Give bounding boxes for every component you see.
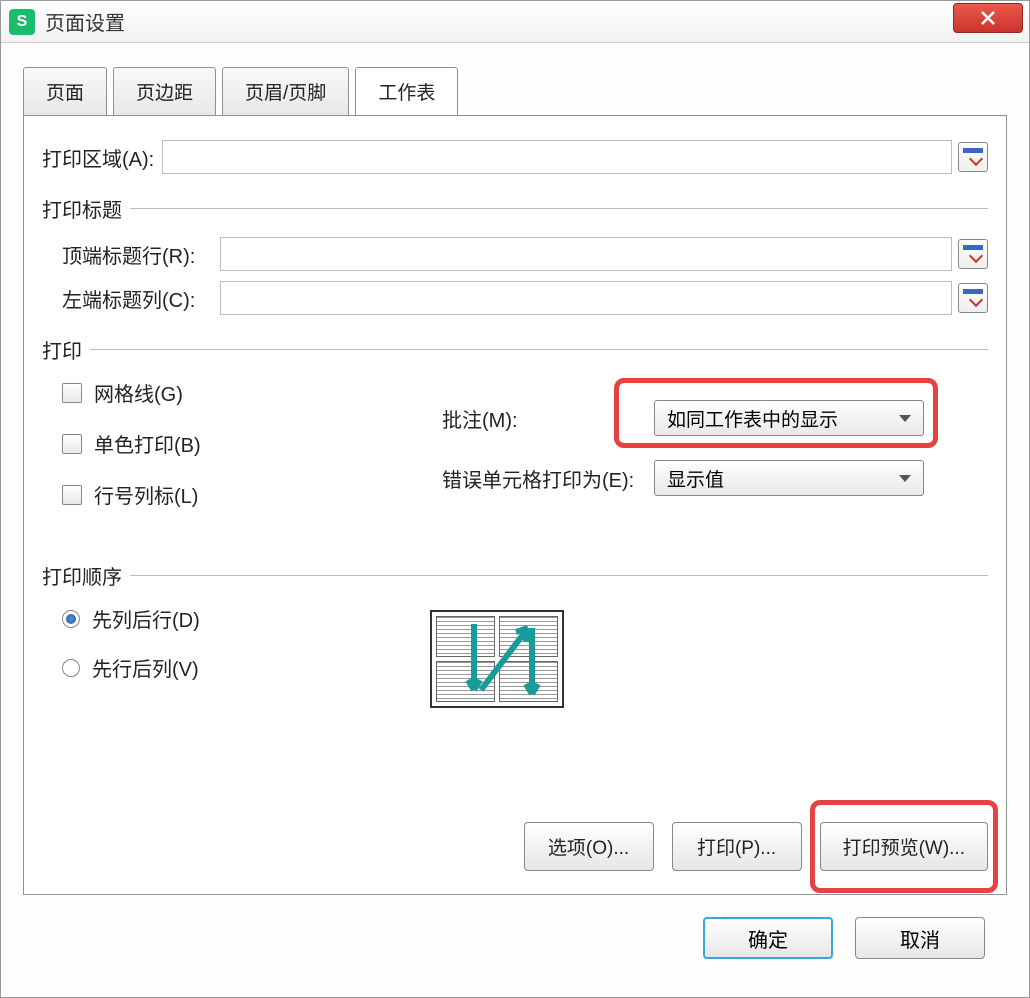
left-col-input[interactable]: [220, 281, 952, 315]
tab-label: 页面: [46, 83, 84, 104]
chevron-down-icon: [899, 475, 911, 482]
print-dropdowns: 批注(M): 如同工作表中的显示 错误单元格: [442, 378, 988, 531]
print-area-label: 打印区域(A):: [42, 143, 154, 172]
errors-dropdown[interactable]: 显示值: [654, 460, 924, 496]
left-col-row: 左端标题列(C):: [62, 281, 988, 315]
tab-sheet[interactable]: 工作表: [355, 67, 458, 116]
highlight-annotation: [614, 378, 938, 448]
range-picker-icon: [963, 245, 983, 263]
close-icon: [980, 10, 996, 26]
ok-button[interactable]: 确定: [703, 917, 833, 959]
rowcol-row: 行号列标(L): [62, 480, 442, 509]
print-content: 网格线(G) 单色打印(B) 行号列标(L): [42, 378, 988, 531]
comments-label: 批注(M):: [442, 404, 642, 433]
page-order-fieldset: 打印顺序 先列后行(D) 先行后列(V): [42, 561, 988, 682]
divider: [90, 349, 988, 350]
range-picker-icon: [963, 289, 983, 307]
window-title: 页面设置: [45, 7, 125, 36]
print-button[interactable]: 打印(P)...: [672, 822, 802, 871]
left-col-label: 左端标题列(C):: [62, 284, 212, 313]
dialog-footer: 确定 取消: [23, 899, 1007, 979]
monochrome-label: 单色打印(B): [94, 429, 201, 458]
divider: [130, 575, 988, 576]
tab-margins[interactable]: 页边距: [113, 67, 216, 116]
tab-label: 页边距: [136, 83, 193, 104]
down-then-over-label: 先列后行(D): [92, 604, 200, 633]
page-order-illustration: [430, 610, 564, 708]
titlebar: S 页面设置: [1, 1, 1029, 43]
over-then-down-radio[interactable]: [62, 659, 80, 677]
rowcol-label: 行号列标(L): [94, 480, 198, 509]
sheet-buttons: 选项(O)... 打印(P)... 打印预览(W)...: [42, 822, 988, 871]
highlight-annotation: [810, 800, 998, 893]
options-button[interactable]: 选项(O)...: [524, 822, 654, 871]
legend-text: 打印: [42, 335, 82, 364]
page-order-legend: 打印顺序: [42, 561, 988, 590]
range-picker-icon: [963, 148, 983, 166]
tab-label: 页眉/页脚: [245, 83, 326, 104]
range-picker-button[interactable]: [958, 142, 988, 172]
divider: [130, 208, 988, 209]
print-fieldset: 打印 网格线(G) 单色打印(B): [42, 335, 988, 531]
tab-header: 页面 页边距 页眉/页脚 工作表: [23, 67, 1007, 116]
order-page-icon: [436, 661, 495, 702]
button-label: 打印(P)...: [697, 838, 776, 859]
button-label: 确定: [748, 924, 788, 953]
tab-header-footer[interactable]: 页眉/页脚: [222, 67, 349, 116]
print-area-input[interactable]: [162, 140, 952, 174]
top-row-row: 顶端标题行(R):: [62, 237, 988, 271]
over-then-down-label: 先行后列(V): [92, 653, 199, 682]
print-checkboxes: 网格线(G) 单色打印(B) 行号列标(L): [62, 378, 442, 531]
rowcol-checkbox[interactable]: [62, 485, 82, 505]
tab-label: 工作表: [378, 83, 435, 104]
legend-text: 打印标题: [42, 194, 122, 223]
print-legend: 打印: [42, 335, 988, 364]
print-titles-fieldset: 打印标题 顶端标题行(R): 左端标题列(C):: [42, 194, 988, 315]
gridlines-checkbox[interactable]: [62, 383, 82, 403]
top-row-label: 顶端标题行(R):: [62, 240, 212, 269]
print-titles-content: 顶端标题行(R): 左端标题列(C):: [42, 237, 988, 315]
legend-text: 打印顺序: [42, 561, 122, 590]
titlebar-left: S 页面设置: [9, 7, 125, 36]
print-area-row: 打印区域(A):: [42, 140, 988, 174]
gridlines-row: 网格线(G): [62, 378, 442, 407]
tab-body: 打印区域(A): 打印标题 顶端标题行(R):: [23, 115, 1007, 895]
monochrome-row: 单色打印(B): [62, 429, 442, 458]
page-order-content: 先列后行(D) 先行后列(V): [42, 604, 988, 682]
range-picker-button[interactable]: [958, 283, 988, 313]
cancel-button[interactable]: 取消: [855, 917, 985, 959]
app-icon-letter: S: [17, 13, 28, 31]
errors-label: 错误单元格打印为(E):: [442, 464, 642, 493]
dialog-window: S 页面设置 页面 页边距 页眉/页脚 工作表: [0, 0, 1030, 998]
gridlines-label: 网格线(G): [94, 378, 183, 407]
monochrome-checkbox[interactable]: [62, 434, 82, 454]
print-titles-legend: 打印标题: [42, 194, 988, 223]
app-icon: S: [9, 9, 35, 35]
tab-container: 页面 页边距 页眉/页脚 工作表 打印区域(A):: [23, 67, 1007, 899]
tab-page[interactable]: 页面: [23, 67, 107, 116]
order-page-icon: [436, 616, 495, 657]
content-area: 页面 页边距 页眉/页脚 工作表 打印区域(A):: [1, 43, 1029, 997]
dropdown-value: 显示值: [667, 465, 724, 492]
range-picker-button[interactable]: [958, 239, 988, 269]
button-label: 取消: [900, 924, 940, 953]
order-page-icon: [499, 661, 558, 702]
down-then-over-radio[interactable]: [62, 610, 80, 628]
order-page-icon: [499, 616, 558, 657]
button-label: 选项(O)...: [548, 838, 629, 859]
close-button[interactable]: [953, 3, 1023, 33]
top-row-input[interactable]: [220, 237, 952, 271]
